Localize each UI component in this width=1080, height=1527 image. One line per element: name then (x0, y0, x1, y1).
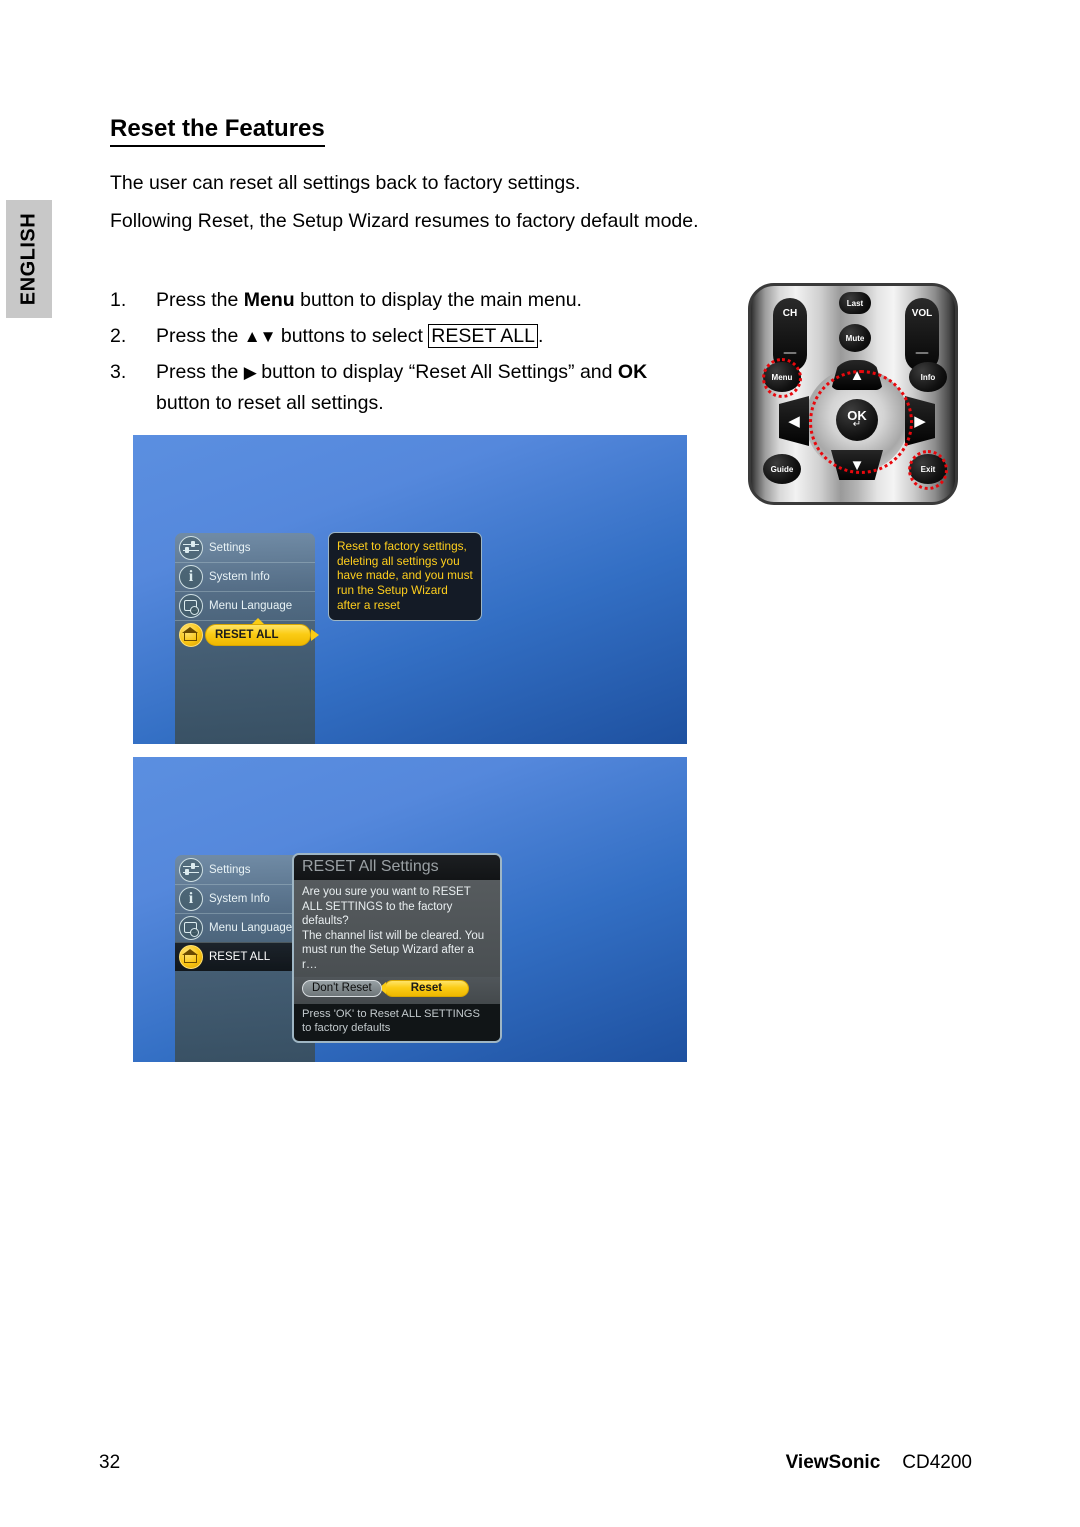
remote-last-label: Last (846, 298, 864, 308)
page-number: 32 (99, 1452, 121, 1473)
right-arrow-icon: ▶ (243, 363, 257, 383)
right-arrow-icon: ▶ (914, 412, 926, 430)
osd-menu-item-label: Settings (209, 863, 251, 876)
osd-menu-item-label: Menu Language (209, 922, 293, 934)
step-text-mid: button to display “Reset All Settings” a… (255, 361, 618, 384)
instruction-steps: 1. Press the Menu button to display the … (110, 285, 730, 424)
step-text-pre: Press the (156, 361, 244, 384)
language-icon (179, 916, 203, 940)
reset-button[interactable]: Reset (383, 979, 470, 997)
osd-menu-panel: Settings System Info Menu Language RESET… (175, 533, 319, 744)
remote-last-button: Last (839, 292, 871, 314)
model-name: CD4200 (902, 1452, 972, 1473)
dialog-button-row: Don't Reset Reset (294, 976, 500, 1004)
left-arrow-icon: ◀ (788, 412, 800, 430)
osd-screenshot-reset-dialog: Settings System Info Menu Language RESET… (133, 757, 687, 1062)
sliders-icon (179, 857, 203, 882)
osd-menu-item-system-info[interactable]: System Info (175, 562, 315, 591)
selection-right-caret-icon (311, 629, 319, 641)
osd-screenshot-main-menu: Settings System Info Menu Language RESET… (133, 435, 687, 744)
remote-guide-button: Guide (763, 454, 801, 484)
dialog-footer-hint: Press 'OK' to Reset ALL SETTINGS to fact… (294, 1003, 500, 1041)
step-text-pre: Press the (156, 289, 244, 311)
osd-menu-item-label: Settings (209, 541, 251, 554)
home-icon (179, 945, 203, 969)
home-icon (179, 623, 203, 647)
step-text-bold: Menu (243, 289, 295, 311)
menu-highlight-circle-icon (762, 358, 802, 398)
language-side-tab: ENGLISH (6, 200, 52, 318)
step-text-bold: OK (617, 361, 648, 384)
sliders-icon (179, 535, 203, 560)
exit-highlight-circle-icon (908, 450, 948, 490)
intro-paragraph-2-line1: Following Reset, the Setup Wizard resume… (110, 209, 639, 232)
osd-menu-item-label: System Info (209, 571, 270, 583)
remote-ch-label: CH (782, 308, 798, 319)
dialog-body-line-1: Are you sure you want to RESET ALL SETTI… (302, 886, 471, 928)
osd-menu-item-label: System Info (209, 893, 270, 905)
intro-paragraph-2: Following Reset, the Setup Wizard resume… (110, 206, 722, 238)
step-text-pre: Press the (156, 325, 244, 348)
remote-mute-label: Mute (845, 333, 865, 343)
step-text-post: button to display the main menu. (294, 289, 582, 311)
step-number: 2. (110, 325, 127, 348)
reset-confirmation-dialog: RESET All Settings Are you sure you want… (292, 853, 502, 1043)
step-number: 3. (110, 361, 127, 384)
step-text-mid: buttons to select (275, 325, 429, 348)
dialog-body-line-2: The channel list will be cleared. You mu… (302, 929, 485, 971)
remote-guide-label: Guide (770, 464, 794, 474)
dialog-title: RESET All Settings (294, 855, 500, 880)
osd-menu-item-label: RESET ALL (209, 951, 271, 963)
info-icon (179, 565, 203, 589)
step-text: Press the Menu button to display the mai… (156, 285, 730, 315)
step-item: 3. Press the ▶ button to display “Reset … (110, 357, 730, 417)
step-text: Press the ▲▼ buttons to select RESET ALL… (156, 321, 730, 351)
remote-mute-button: Mute (839, 324, 871, 352)
step-text-post: . (538, 325, 544, 348)
page-title: Reset the Features (110, 115, 325, 148)
intro-paragraph-2-line2: mode. (644, 209, 699, 232)
osd-menu-item-label: Menu Language (209, 600, 293, 612)
remote-volume-rocker: VOL (905, 298, 939, 372)
updown-arrow-icon: ▲▼ (243, 327, 277, 347)
step-number: 1. (110, 289, 127, 311)
reset-all-boxed-label: RESET ALL (428, 324, 538, 349)
step-item: 2. Press the ▲▼ buttons to select RESET … (110, 321, 730, 351)
step-text-line2: button to reset all settings. (156, 391, 384, 414)
brand-name: ViewSonic (785, 1452, 881, 1473)
remote-left-button: ◀ (779, 396, 809, 446)
dont-reset-button[interactable]: Don't Reset (302, 979, 382, 997)
intro-text-block: The user can reset all settings back to … (110, 168, 722, 239)
osd-selected-item-reset-all[interactable]: RESET ALL (205, 624, 311, 646)
osd-menu-item-menu-language[interactable]: Menu Language (175, 591, 315, 620)
step-item: 1. Press the Menu button to display the … (110, 285, 730, 315)
remote-control-illustration: CH VOL Last Mute ▲ ▼ ◀ ▶ OK ↵ Menu Info … (748, 283, 958, 505)
remote-info-button: Info (909, 362, 947, 392)
osd-selected-item-label: RESET ALL (215, 629, 279, 641)
step-text: Press the ▶ button to display “Reset All… (156, 357, 730, 417)
dialog-body: Are you sure you want to RESET ALL SETTI… (294, 880, 500, 977)
footer-brand: ViewSonic CD4200 (786, 1452, 972, 1474)
language-side-tab-label: ENGLISH (17, 212, 40, 306)
info-icon (179, 887, 203, 911)
osd-tooltip: Reset to factory settings, deleting all … (328, 532, 482, 621)
language-icon (179, 594, 203, 618)
osd-menu-item-settings[interactable]: Settings (175, 533, 315, 562)
dpad-highlight-circle-icon (809, 370, 913, 474)
remote-vol-label: VOL (911, 308, 933, 319)
remote-info-label: Info (920, 372, 936, 382)
intro-paragraph-1: The user can reset all settings back to … (110, 172, 581, 194)
